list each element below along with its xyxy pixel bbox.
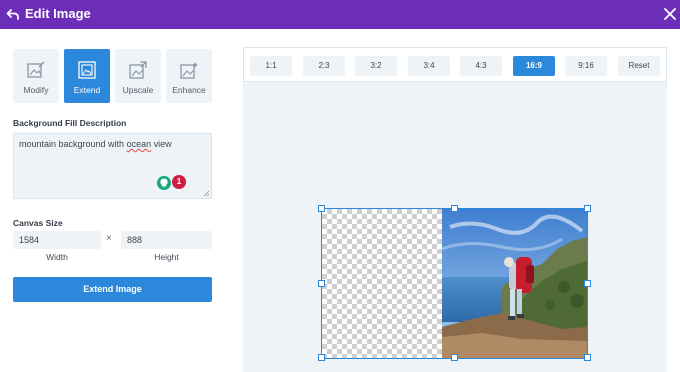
ratio-16-9-button[interactable]: 16:9 [513, 56, 555, 76]
ratio-2-3-button[interactable]: 2:3 [303, 56, 345, 76]
resize-grip-icon[interactable] [203, 190, 210, 197]
image-upscale-icon [129, 61, 147, 79]
ratio-4-3-button[interactable]: 4:3 [460, 56, 502, 76]
resize-handle-top-left[interactable] [318, 205, 325, 212]
reset-ratio-button[interactable]: Reset [618, 56, 660, 76]
settings-panel: Modify Extend Upscale Enhance Background… [0, 29, 227, 372]
resize-handle-bottom-right[interactable] [584, 354, 591, 361]
page-title: Edit Image [25, 6, 91, 21]
height-caption: Height [154, 252, 179, 262]
tool-enhance-button[interactable]: Enhance [166, 49, 212, 103]
resize-handle-bottom-left[interactable] [318, 354, 325, 361]
background-fill-textarea[interactable]: mountain background with ocean view 1 [13, 133, 212, 199]
image-edit-icon [27, 61, 45, 78]
grammar-issue-count-badge[interactable]: 1 [172, 175, 186, 189]
transparent-extension-area [322, 209, 442, 358]
tool-label: Extend [73, 85, 101, 95]
source-image [442, 209, 587, 358]
back-arrow-icon[interactable] [6, 7, 20, 21]
resize-handle-bottom[interactable] [451, 354, 458, 361]
image-extend-icon [78, 61, 96, 79]
tool-label: Upscale [122, 85, 154, 95]
tool-modify-button[interactable]: Modify [13, 49, 59, 103]
image-enhance-icon [180, 62, 198, 79]
resize-handle-right[interactable] [584, 280, 591, 287]
tool-label: Modify [23, 85, 49, 95]
background-fill-label: Background Fill Description [13, 118, 127, 128]
tool-extend-button[interactable]: Extend [64, 49, 110, 103]
resize-handle-left[interactable] [318, 280, 325, 287]
image-canvas[interactable] [318, 205, 591, 361]
tool-upscale-button[interactable]: Upscale [115, 49, 161, 103]
ratio-1-1-button[interactable]: 1:1 [250, 56, 292, 76]
resize-handle-top[interactable] [451, 205, 458, 212]
width-input[interactable]: 1584 [13, 231, 101, 249]
close-icon[interactable] [663, 7, 677, 21]
height-input[interactable]: 888 [121, 231, 212, 249]
canvas-size-label: Canvas Size [13, 218, 63, 228]
grammar-assistant-icon[interactable] [157, 176, 171, 190]
misspelled-word: ocean [126, 139, 152, 149]
width-caption: Width [46, 252, 68, 262]
extend-image-button[interactable]: Extend Image [13, 277, 212, 302]
aspect-ratio-toolbar: 1:1 2:3 3:2 3:4 4:3 16:9 9:16 Reset [243, 47, 667, 82]
times-separator: × [106, 233, 112, 244]
resize-handle-top-right[interactable] [584, 205, 591, 212]
ratio-9-16-button[interactable]: 9:16 [565, 56, 607, 76]
background-fill-value: mountain background with ocean view [19, 139, 172, 149]
ratio-3-2-button[interactable]: 3:2 [355, 56, 397, 76]
app-header: Edit Image [0, 0, 680, 29]
tool-label: Enhance [172, 85, 206, 95]
ratio-3-4-button[interactable]: 3:4 [408, 56, 450, 76]
